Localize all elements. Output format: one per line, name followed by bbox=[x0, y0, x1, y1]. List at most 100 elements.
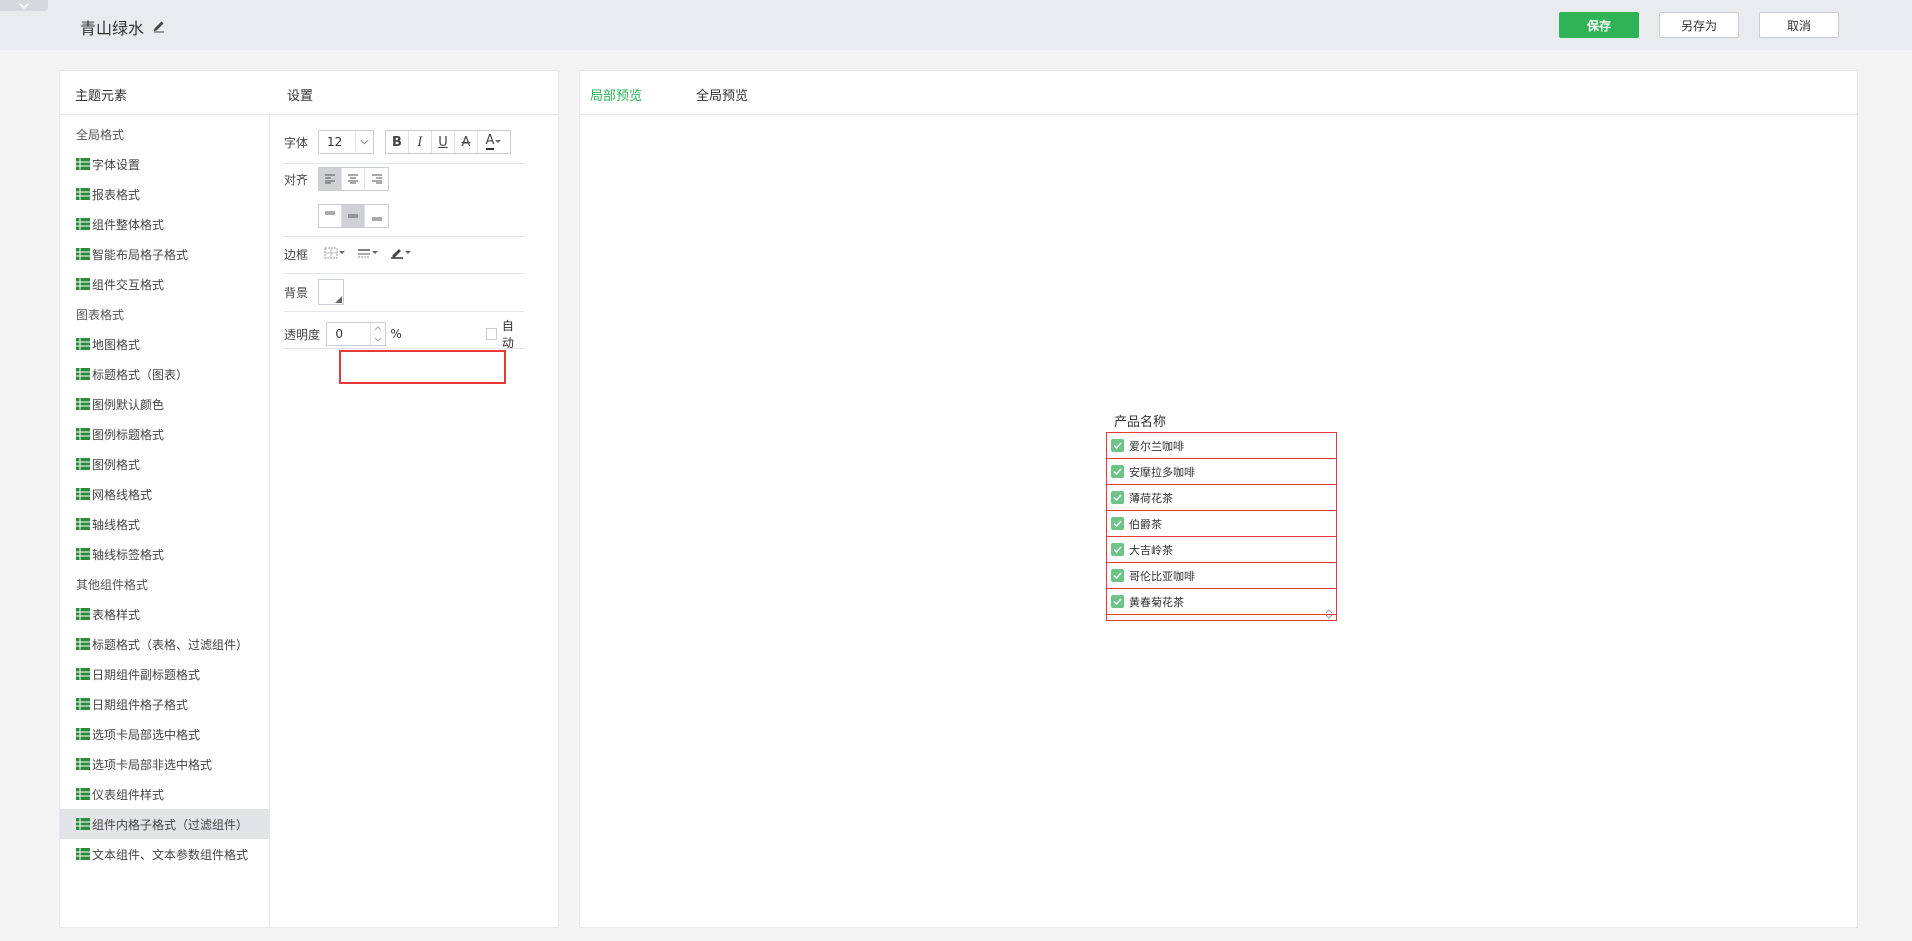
stepper-arrows[interactable] bbox=[370, 323, 385, 345]
tree-item[interactable]: 组件内格子格式（过滤组件） bbox=[60, 809, 269, 839]
tree-label: 标题格式（表格、过滤组件） bbox=[92, 637, 249, 652]
tree-item[interactable]: 选项卡局部选中格式 bbox=[60, 719, 269, 749]
checkbox-checked-icon[interactable] bbox=[1111, 517, 1124, 530]
cancel-button[interactable]: 取消 bbox=[1759, 12, 1839, 38]
tree-label: 图例格式 bbox=[92, 457, 141, 472]
filter-item[interactable]: 黄春菊花茶 bbox=[1107, 589, 1336, 615]
bold-button[interactable]: B bbox=[386, 131, 409, 153]
table-icon bbox=[76, 338, 90, 350]
border-color-icon[interactable] bbox=[384, 242, 417, 264]
tree-item[interactable]: 图例格式 bbox=[60, 449, 269, 479]
filter-title: 产品名称 bbox=[1114, 415, 1167, 430]
tree-label: 全局格式 bbox=[76, 127, 125, 142]
align-bottom-icon[interactable] bbox=[365, 205, 388, 227]
checkbox-checked-icon[interactable] bbox=[1111, 465, 1124, 478]
table-icon bbox=[76, 728, 90, 740]
panel-header: 主题元素 设置 bbox=[60, 71, 558, 115]
align-right-icon[interactable] bbox=[365, 168, 388, 190]
align-left-icon[interactable] bbox=[319, 168, 342, 190]
table-icon bbox=[76, 758, 90, 770]
chevron-down-icon[interactable] bbox=[374, 337, 382, 342]
background-row: 背景 bbox=[284, 279, 524, 305]
filter-item[interactable]: 伯爵茶 bbox=[1107, 511, 1336, 537]
tree-item[interactable]: 网格线格式 bbox=[60, 479, 269, 509]
edit-pencil-icon[interactable] bbox=[152, 18, 166, 37]
tree-label: 选项卡局部选中格式 bbox=[92, 727, 201, 742]
tree-item[interactable]: 图例标题格式 bbox=[60, 419, 269, 449]
tree-group[interactable]: 图表格式 bbox=[60, 299, 269, 329]
tab-local-preview[interactable]: 局部预览 bbox=[590, 85, 642, 104]
tree-item[interactable]: 组件交互格式 bbox=[60, 269, 269, 299]
filter-item[interactable]: 哥伦比亚咖啡 bbox=[1107, 563, 1336, 589]
underline-button[interactable]: U bbox=[432, 131, 455, 153]
filter-item[interactable]: 大吉岭茶 bbox=[1107, 537, 1336, 563]
strikethrough-button[interactable]: A bbox=[455, 131, 478, 153]
checkbox-checked-icon[interactable] bbox=[1111, 439, 1124, 452]
border-style-icon[interactable] bbox=[318, 242, 351, 264]
tree-item[interactable]: 智能布局格子格式 bbox=[60, 239, 269, 269]
table-icon bbox=[76, 698, 90, 710]
tree-item[interactable]: 日期组件格子格式 bbox=[60, 689, 269, 719]
chevron-down-icon bbox=[360, 139, 369, 145]
tree-item[interactable]: 组件整体格式 bbox=[60, 209, 269, 239]
filter-item[interactable]: 安摩拉多咖啡 bbox=[1107, 459, 1336, 485]
font-size-value: 12 bbox=[327, 135, 343, 149]
align-center-icon[interactable] bbox=[342, 168, 365, 190]
filter-item-label: 哥伦比亚咖啡 bbox=[1129, 569, 1195, 583]
filter-item[interactable]: 爱尔兰咖啡 bbox=[1107, 433, 1336, 459]
tree-group[interactable]: 其他组件格式 bbox=[60, 569, 269, 599]
tree-label: 其他组件格式 bbox=[76, 577, 149, 592]
checkbox-checked-icon[interactable] bbox=[1111, 491, 1124, 504]
vertical-align-row bbox=[284, 204, 524, 228]
font-color-icon: A bbox=[485, 133, 495, 150]
tree-label: 文本组件、文本参数组件格式 bbox=[92, 847, 249, 862]
table-icon bbox=[76, 608, 90, 620]
tree-item[interactable]: 地图格式 bbox=[60, 329, 269, 359]
tree-item[interactable]: 轴线标签格式 bbox=[60, 539, 269, 569]
collapse-toggle[interactable] bbox=[0, 0, 48, 11]
font-size-select[interactable]: 12 bbox=[318, 130, 374, 154]
settings-panel: 字体 12 B I U A A 对齐 边框 背景 透明度 0 % 自动 bbox=[271, 115, 558, 927]
tree-item[interactable]: 仪表组件样式 bbox=[60, 779, 269, 809]
checkbox-checked-icon[interactable] bbox=[1111, 595, 1124, 608]
tree-item[interactable]: 日期组件副标题格式 bbox=[60, 659, 269, 689]
font-color-button[interactable]: A bbox=[478, 131, 510, 153]
background-color-picker[interactable] bbox=[318, 279, 344, 305]
tree-item[interactable]: 标题格式（表格、过滤组件） bbox=[60, 629, 269, 659]
tree-item[interactable]: 轴线格式 bbox=[60, 509, 269, 539]
auto-checkbox[interactable] bbox=[485, 328, 497, 340]
italic-button[interactable]: I bbox=[409, 131, 432, 153]
table-icon bbox=[76, 218, 90, 230]
save-as-button[interactable]: 另存为 bbox=[1659, 12, 1739, 38]
checkbox-checked-icon[interactable] bbox=[1111, 543, 1124, 556]
border-tools bbox=[318, 242, 417, 266]
filter-item[interactable]: 薄荷花茶 bbox=[1107, 485, 1336, 511]
tree-item[interactable]: 图例默认颜色 bbox=[60, 389, 269, 419]
opacity-row: 透明度 0 % 自动 bbox=[284, 317, 524, 351]
table-icon bbox=[76, 488, 90, 500]
save-button[interactable]: 保存 bbox=[1559, 12, 1639, 38]
align-top-icon[interactable] bbox=[319, 205, 342, 227]
tree-label: 轴线标签格式 bbox=[92, 547, 165, 562]
chevron-down-icon bbox=[19, 2, 29, 9]
chevron-up-icon[interactable] bbox=[374, 326, 382, 331]
tab-global-preview[interactable]: 全局预览 bbox=[696, 85, 748, 104]
line-style-icon[interactable] bbox=[351, 242, 384, 264]
tree-label: 地图格式 bbox=[92, 337, 141, 352]
filter-item-label: 黄春菊花茶 bbox=[1129, 595, 1184, 609]
table-icon bbox=[76, 368, 90, 380]
tree-group[interactable]: 全局格式 bbox=[60, 119, 269, 149]
tree-item[interactable]: 字体设置 bbox=[60, 149, 269, 179]
tree-item[interactable]: 标题格式（图表） bbox=[60, 359, 269, 389]
scroll-arrows-icon[interactable] bbox=[1325, 609, 1333, 619]
tree-label: 图例默认颜色 bbox=[92, 397, 165, 412]
border-row-highlight bbox=[339, 350, 506, 384]
opacity-stepper[interactable]: 0 bbox=[326, 322, 387, 346]
tree-item[interactable]: 文本组件、文本参数组件格式 bbox=[60, 839, 269, 869]
checkbox-checked-icon[interactable] bbox=[1111, 569, 1124, 582]
opacity-value: 0 bbox=[335, 327, 343, 341]
tree-item[interactable]: 报表格式 bbox=[60, 179, 269, 209]
tree-item[interactable]: 表格样式 bbox=[60, 599, 269, 629]
align-middle-icon[interactable] bbox=[342, 205, 365, 227]
tree-item[interactable]: 选项卡局部非选中格式 bbox=[60, 749, 269, 779]
